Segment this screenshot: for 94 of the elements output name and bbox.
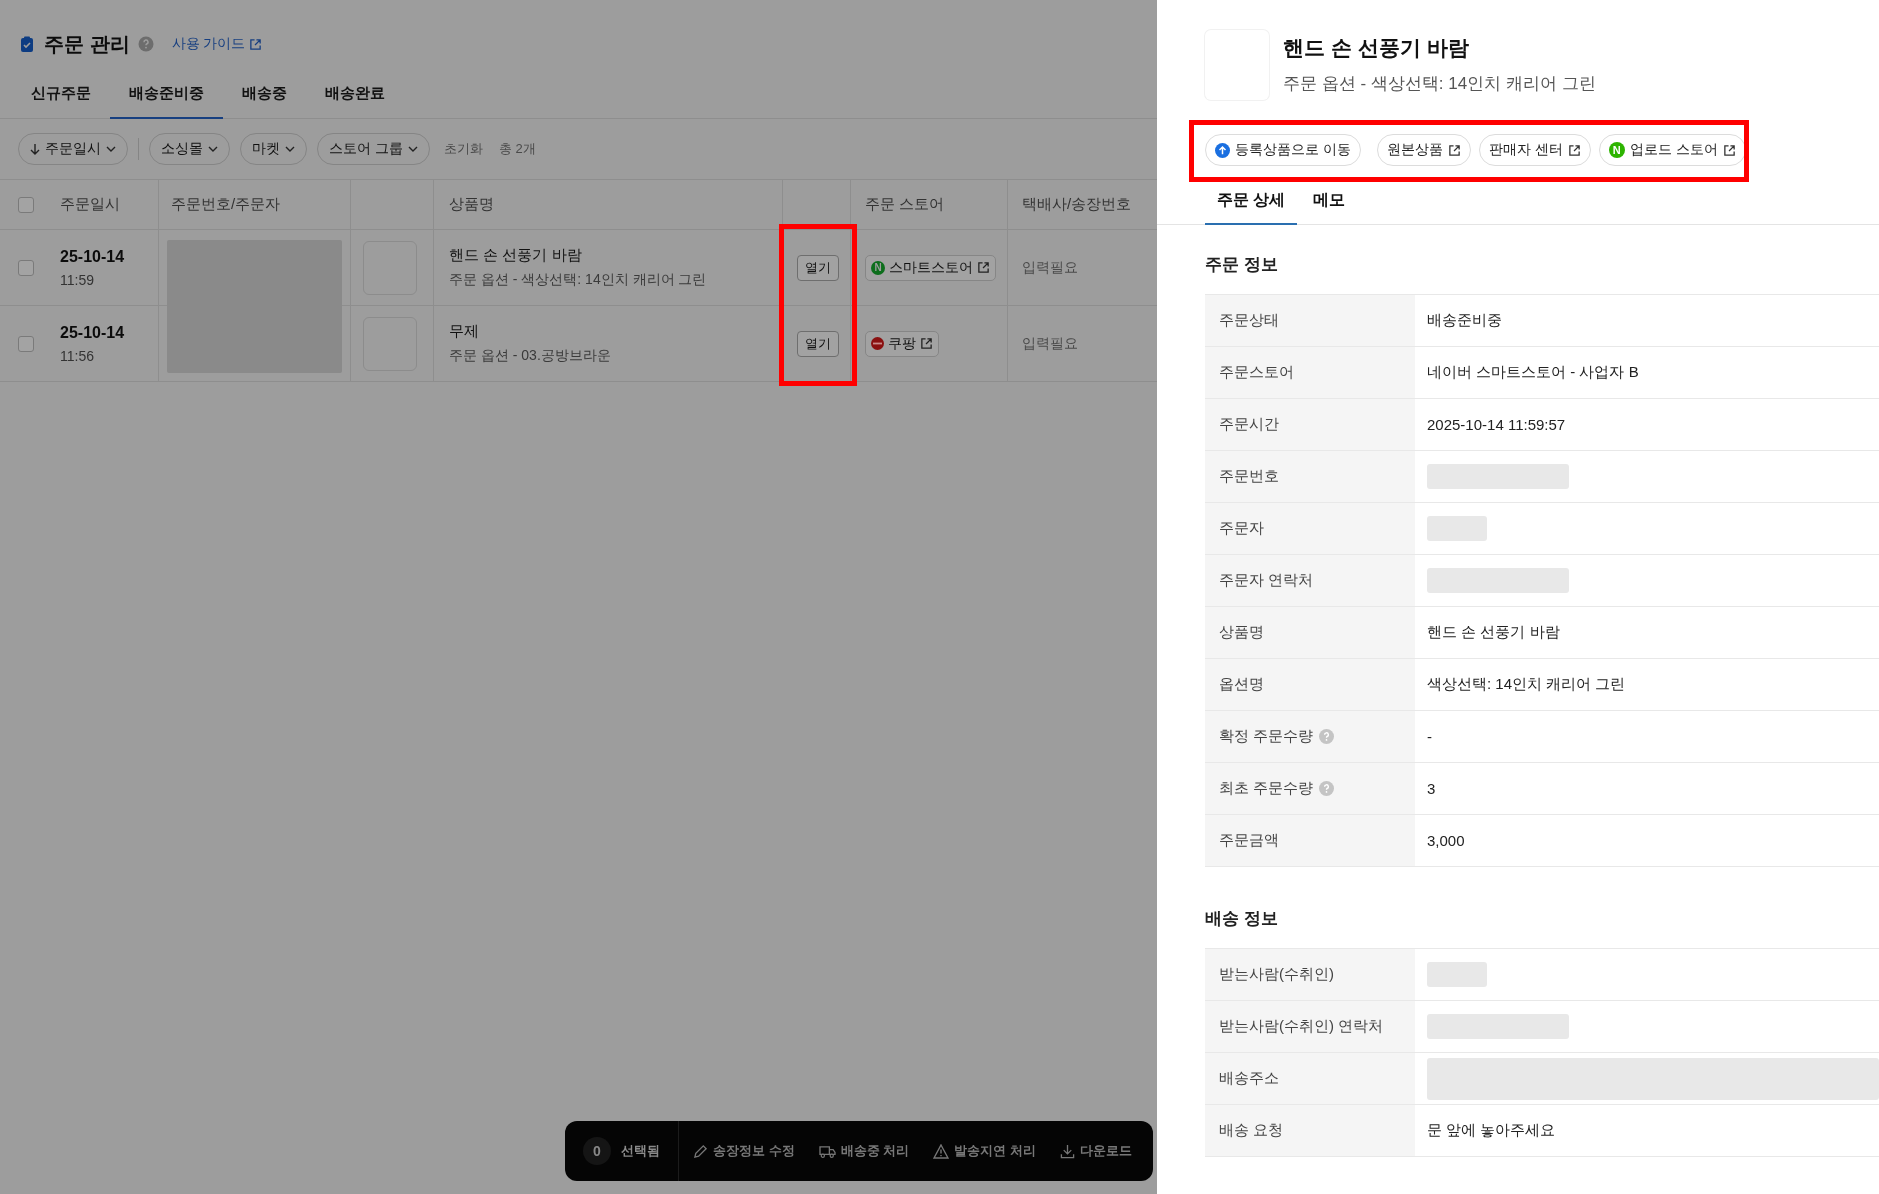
store-link[interactable]: N 스마트스토어 (865, 254, 996, 281)
field-value: - (1427, 728, 1432, 745)
field-value: 배송준비중 (1427, 311, 1502, 330)
courier-status: 입력필요 (1022, 258, 1078, 277)
checkbox[interactable] (18, 259, 34, 276)
pencil-icon (693, 1143, 708, 1159)
chevron-down-icon (106, 146, 116, 152)
order-time: 11:59 (60, 271, 94, 288)
filter-dropdown[interactable]: 마켓 (240, 133, 307, 165)
store-link[interactable]: 쿠팡 (865, 330, 939, 357)
field-label: 받는사람(수취인) 연락처 (1219, 1017, 1384, 1036)
bulk-action-button[interactable]: 송장정보 수정 (683, 1142, 805, 1160)
action-button[interactable]: 원본상품 (1376, 134, 1471, 166)
section-title: 주문 정보 (1205, 254, 1279, 276)
field-label: 옵션명 (1219, 675, 1264, 694)
field-label: 최초 주문수량 (1219, 779, 1314, 798)
field-value: 2025-10-14 11:59:57 (1427, 416, 1566, 433)
checkbox[interactable] (18, 196, 34, 213)
product-name: 핸드 손 선풍기 바람 (449, 246, 582, 265)
field-value: 3 (1427, 780, 1436, 797)
order-time: 11:56 (60, 347, 94, 364)
tab[interactable]: 배송준비중 (110, 84, 223, 119)
field-label: 주문번호 (1219, 467, 1279, 486)
field-value: 네이버 스마트스토어 - 사업자 B (1427, 363, 1639, 382)
guide-link[interactable]: 사용 가이드 (171, 35, 263, 53)
chevron-down-icon (285, 146, 295, 152)
column-header: 택배사/송장번호 (1022, 195, 1132, 214)
tab[interactable]: 배송중 (223, 84, 306, 119)
external-link-icon (1567, 143, 1581, 157)
field-label: 배송 요청 (1219, 1121, 1284, 1140)
help-icon (137, 36, 154, 52)
chevron-down-icon (208, 146, 218, 152)
external-link-icon (1722, 143, 1736, 157)
field-value: 색상선택: 14인치 캐리어 그린 (1427, 675, 1626, 694)
column-header: 주문일시 (60, 195, 120, 214)
field-label: 주문상태 (1219, 311, 1279, 330)
warning-icon (933, 1143, 950, 1159)
field-label: 확정 주문수량 (1219, 727, 1314, 746)
action-button[interactable]: 판매자 센터 (1478, 134, 1591, 166)
product-option: 주문 옵션 - 색상선택: 14인치 캐리어 그린 (1283, 72, 1596, 95)
field-label: 주문금액 (1219, 831, 1279, 850)
tab[interactable]: 배송완료 (306, 84, 404, 119)
external-link-icon (920, 337, 933, 350)
checkbox[interactable] (18, 335, 34, 352)
selected-label: 선택됨 (621, 1142, 660, 1160)
field-value: 문 앞에 놓아주세요 (1427, 1121, 1556, 1140)
filter-dropdown[interactable]: 스토어 그룹 (317, 133, 430, 165)
external-link-icon (1447, 143, 1461, 157)
bulk-action-button[interactable]: 배송중 처리 (808, 1142, 920, 1160)
field-label: 주문자 연락처 (1219, 571, 1314, 590)
field-value: 핸드 손 선풍기 바람 (1427, 623, 1560, 642)
field-label: 받는사람(수취인) (1219, 965, 1334, 984)
download-icon (1059, 1143, 1075, 1159)
column-header: 상품명 (449, 195, 494, 214)
chevron-down-icon (407, 146, 418, 152)
selected-count: 0 (583, 1137, 611, 1165)
field-label: 상품명 (1219, 623, 1264, 642)
clipboard-icon (20, 36, 34, 52)
field-label: 주문시간 (1219, 415, 1279, 434)
action-button[interactable]: 등록상품으로 이동 (1205, 134, 1361, 166)
column-header: 주문 스토어 (865, 195, 945, 214)
column-header: 주문번호/주문자 (171, 195, 281, 214)
page-title: 주문 관리 (44, 31, 130, 57)
truck-icon (818, 1143, 836, 1159)
field-value: 3,000 (1427, 832, 1465, 849)
store-logo-icon: N (871, 260, 885, 275)
tab[interactable]: 신규주문 (12, 84, 110, 119)
total-count: 총 2개 (498, 140, 536, 158)
product-option: 주문 옵션 - 색상선택: 14인치 캐리어 그린 (449, 271, 707, 289)
filter-dropdown[interactable]: 주문일시 (18, 133, 128, 165)
product-name: 무제 (449, 322, 479, 341)
action-button[interactable]: N 업로드 스토어 (1598, 134, 1746, 166)
filter-dropdown[interactable]: 소싱몰 (149, 133, 230, 165)
product-title: 핸드 손 선풍기 바람 (1283, 35, 1470, 61)
field-label: 주문자 (1219, 519, 1264, 538)
tab[interactable]: 메모 (1301, 182, 1358, 225)
section-title: 배송 정보 (1205, 908, 1279, 930)
product-option: 주문 옵션 - 03.공방브라운 (449, 347, 611, 365)
arrow-up-icon (1215, 142, 1230, 158)
order-date: 25-10-14 (60, 247, 125, 266)
bulk-action-button[interactable]: 다운로드 (1049, 1142, 1142, 1160)
field-label: 주문스토어 (1219, 363, 1294, 382)
field-label: 배송주소 (1219, 1069, 1279, 1088)
bulk-action-button[interactable]: 발송지연 처리 (923, 1142, 1046, 1160)
courier-status: 입력필요 (1022, 334, 1078, 353)
external-link-icon (249, 37, 263, 51)
store-logo-icon (871, 337, 884, 350)
order-date: 25-10-14 (60, 323, 125, 342)
tab[interactable]: 주문 상세 (1205, 182, 1298, 225)
external-link-icon (977, 261, 990, 274)
store-logo-icon: N (1608, 142, 1625, 158)
open-button[interactable]: 열기 (797, 254, 839, 281)
arrow-down-icon (30, 143, 40, 155)
open-button[interactable]: 열기 (797, 330, 839, 357)
